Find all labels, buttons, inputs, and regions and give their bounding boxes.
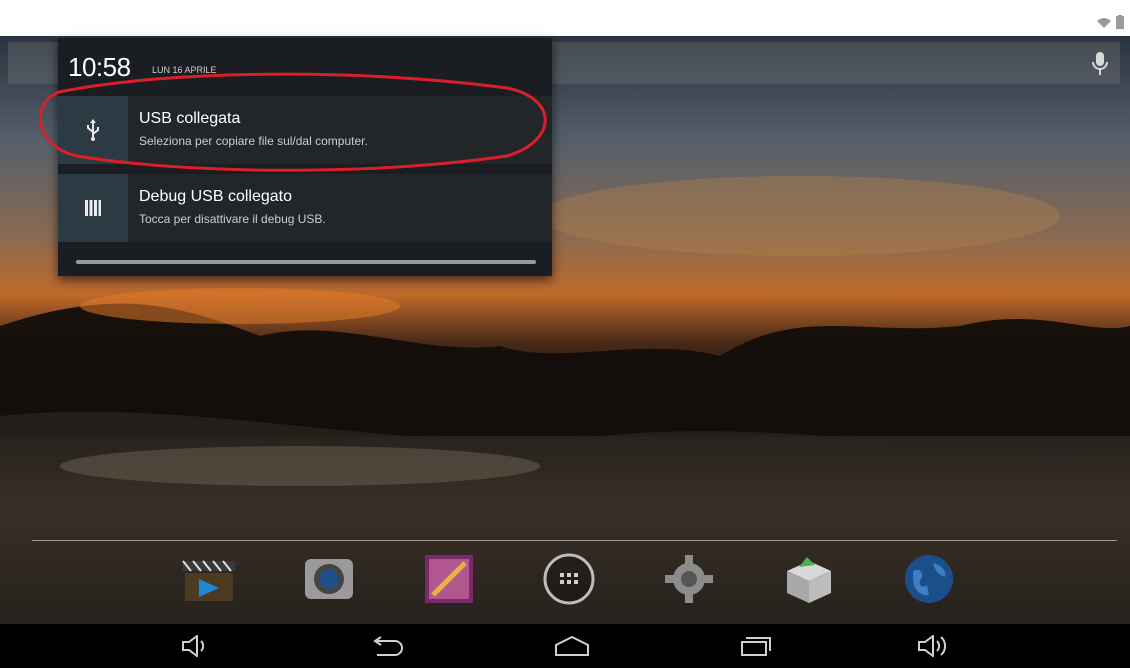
navigation-bar bbox=[0, 624, 1130, 668]
notification-title: Debug USB collegato bbox=[139, 188, 292, 205]
camera-icon[interactable] bbox=[296, 546, 362, 612]
shade-drag-handle[interactable] bbox=[76, 260, 536, 264]
battery-icon bbox=[1116, 14, 1124, 33]
notification-usb-debug[interactable]: Debug USB collegato Tocca per disattivar… bbox=[58, 174, 552, 242]
recent-apps-icon[interactable] bbox=[736, 632, 776, 660]
notification-subtitle: Tocca per disattivare il debug USB. bbox=[139, 212, 326, 226]
app-installer-icon[interactable] bbox=[776, 546, 842, 612]
status-icons bbox=[1096, 14, 1124, 33]
video-player-icon[interactable] bbox=[176, 546, 242, 612]
home-icon[interactable] bbox=[552, 632, 592, 660]
gallery-icon[interactable] bbox=[416, 546, 482, 612]
tablet-screen: 10:58 LUN 16 APRILE USB collegata Selezi… bbox=[0, 0, 1130, 668]
status-bar[interactable] bbox=[0, 0, 1130, 36]
wifi-icon bbox=[1096, 14, 1112, 33]
settings-icon[interactable] bbox=[656, 546, 722, 612]
browser-icon[interactable] bbox=[896, 546, 962, 612]
volume-down-icon[interactable] bbox=[176, 632, 216, 660]
dock-divider bbox=[32, 540, 1117, 541]
microphone-icon[interactable] bbox=[1092, 52, 1108, 80]
app-drawer-icon[interactable] bbox=[536, 546, 602, 612]
debug-icon bbox=[58, 174, 128, 242]
app-dock bbox=[176, 546, 976, 616]
highlight-ellipse bbox=[37, 70, 555, 182]
volume-up-icon[interactable] bbox=[914, 632, 954, 660]
back-icon[interactable] bbox=[367, 632, 407, 660]
